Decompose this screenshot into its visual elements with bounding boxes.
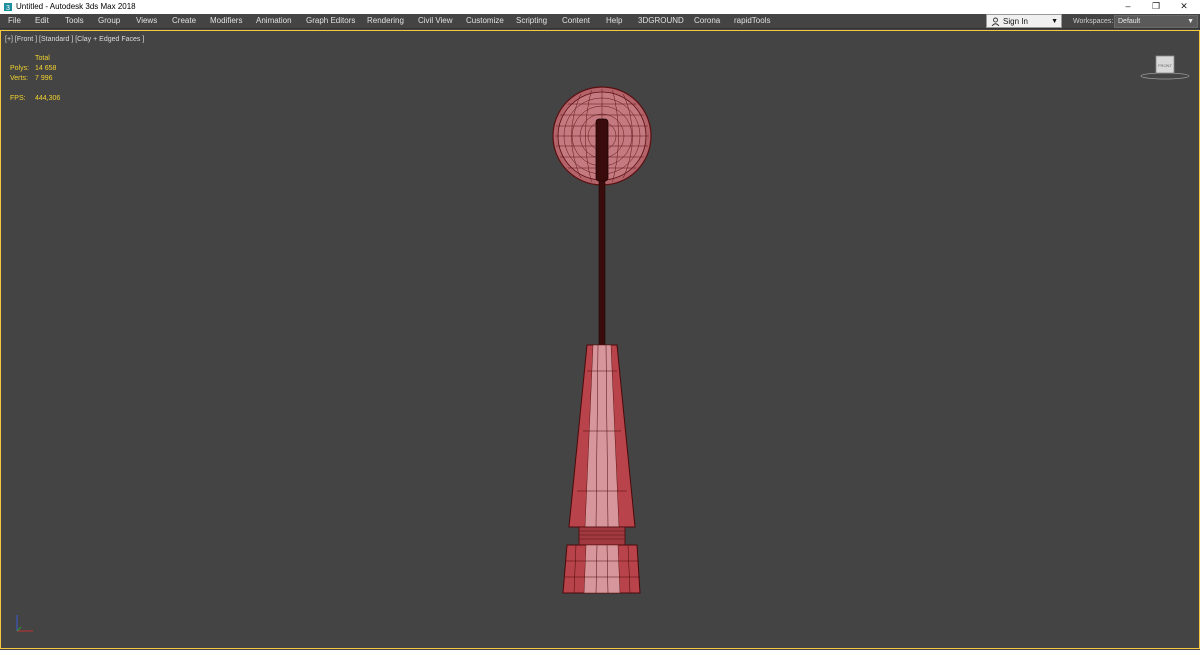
verts-label: Verts:: [10, 75, 28, 82]
viewport-label[interactable]: [+] [Front ] [Standard ] [Clay + Edged F…: [5, 35, 144, 44]
menu-animation[interactable]: Animation: [256, 14, 292, 29]
polys-value: 14 658: [35, 65, 57, 72]
viewcube-face-label: FRONT: [1158, 63, 1172, 68]
menu-group[interactable]: Group: [98, 14, 120, 29]
menu-tools[interactable]: Tools: [65, 14, 84, 29]
menu-views[interactable]: Views: [136, 14, 157, 29]
lamp-model-wireframe[interactable]: [1, 31, 1200, 650]
sign-in-button[interactable]: Sign In ▼: [986, 14, 1062, 28]
restore-button[interactable]: ❐: [1142, 0, 1170, 14]
menu-corona[interactable]: Corona: [694, 14, 720, 29]
menu-civil-view[interactable]: Civil View: [418, 14, 453, 29]
title-bar: 3 Untitled - Autodesk 3ds Max 2018 – ❐ ✕: [0, 0, 1200, 14]
sign-in-label: Sign In: [1003, 17, 1028, 26]
menu-customize[interactable]: Customize: [466, 14, 504, 29]
menu-rapidtools[interactable]: rapidTools: [734, 14, 770, 29]
menu-content[interactable]: Content: [562, 14, 590, 29]
chevron-down-icon: ▼: [1051, 18, 1058, 25]
fps-value: 444,306: [35, 95, 61, 102]
svg-text:3: 3: [6, 5, 10, 12]
minimize-button[interactable]: –: [1114, 0, 1142, 14]
axis-tripod-icon: [16, 615, 33, 632]
menu-graph-editors[interactable]: Graph Editors: [306, 14, 355, 29]
menu-scripting[interactable]: Scripting: [516, 14, 547, 29]
verts-value: 7 996: [35, 75, 53, 82]
menu-3dground[interactable]: 3DGROUND: [638, 14, 684, 29]
polys-label: Polys:: [10, 65, 30, 72]
chevron-down-icon: ▼: [1187, 18, 1194, 25]
menu-help[interactable]: Help: [606, 14, 622, 29]
stats-header: Total: [35, 55, 50, 62]
fps-label: FPS:: [10, 95, 26, 102]
workspaces-dropdown[interactable]: Default ▼: [1114, 15, 1198, 28]
3dsmax-icon: 3: [4, 3, 12, 12]
menu-create[interactable]: Create: [172, 14, 196, 29]
close-button[interactable]: ✕: [1170, 0, 1198, 14]
user-icon: [991, 17, 1000, 26]
viewcube-icon[interactable]: FRONT: [1139, 53, 1191, 83]
menu-file[interactable]: File: [8, 14, 21, 29]
window-title: Untitled - Autodesk 3ds Max 2018: [16, 2, 136, 11]
workspaces-value: Default: [1118, 18, 1141, 25]
front-viewport[interactable]: [+] [Front ] [Standard ] [Clay + Edged F…: [0, 30, 1200, 649]
menu-edit[interactable]: Edit: [35, 14, 49, 29]
menu-rendering[interactable]: Rendering: [367, 14, 404, 29]
workspaces-label: Workspaces:: [1073, 18, 1114, 25]
menu-modifiers[interactable]: Modifiers: [210, 14, 242, 29]
